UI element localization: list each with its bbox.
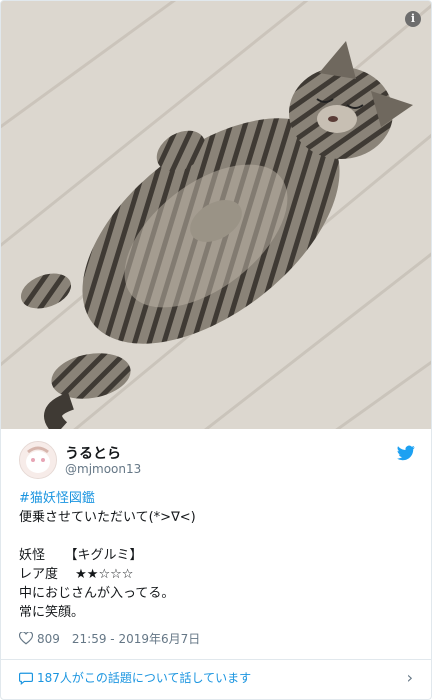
info-icon[interactable]: i [405,11,421,27]
display-name[interactable]: うるとら [65,443,121,463]
avatar-image [20,442,56,478]
twitter-bird-icon[interactable] [397,445,415,461]
tweet-line: 便乗させていただいて(*>∇<) [19,510,196,525]
avatar[interactable] [19,441,57,479]
hashtag-link[interactable]: #猫妖怪図鑑 [19,489,409,508]
tweet-line: 中におじさんが入ってる。 [19,586,175,601]
tweet-line: レア度 ★★☆☆☆ [19,567,134,582]
heart-icon[interactable] [19,632,33,645]
embedded-tweet-card: i うるとら @mjmoon13 #猫妖怪図鑑 便乗させていただいて(*>∇<)… [0,0,432,700]
tweet-timestamp[interactable]: 21:59 - 2019年6月7日 [72,632,200,646]
comment-bubble-icon [19,672,33,685]
tweet-text: #猫妖怪図鑑 便乗させていただいて(*>∇<) 妖怪 【キグルミ】 レア度 ★★… [19,489,409,622]
user-handle[interactable]: @mjmoon13 [65,462,141,476]
tweet-line [19,527,409,546]
cat-photo-illustration [1,1,431,429]
tweet-line: 常に笑顔。 [19,605,85,620]
conversation-link[interactable]: 187人がこの話題について話しています › [19,667,413,689]
tweet-photo[interactable]: i [1,1,431,429]
tweet-meta: 809 21:59 - 2019年6月7日 [19,631,212,647]
tweet-author: うるとら @mjmoon13 [19,441,419,481]
divider [1,659,431,660]
tweet-line: 妖怪 【キグルミ】 [19,548,143,563]
like-count[interactable]: 809 [37,632,60,646]
conversation-text: 187人がこの話題について話しています [37,671,252,685]
chevron-right-icon[interactable]: › [407,667,413,689]
